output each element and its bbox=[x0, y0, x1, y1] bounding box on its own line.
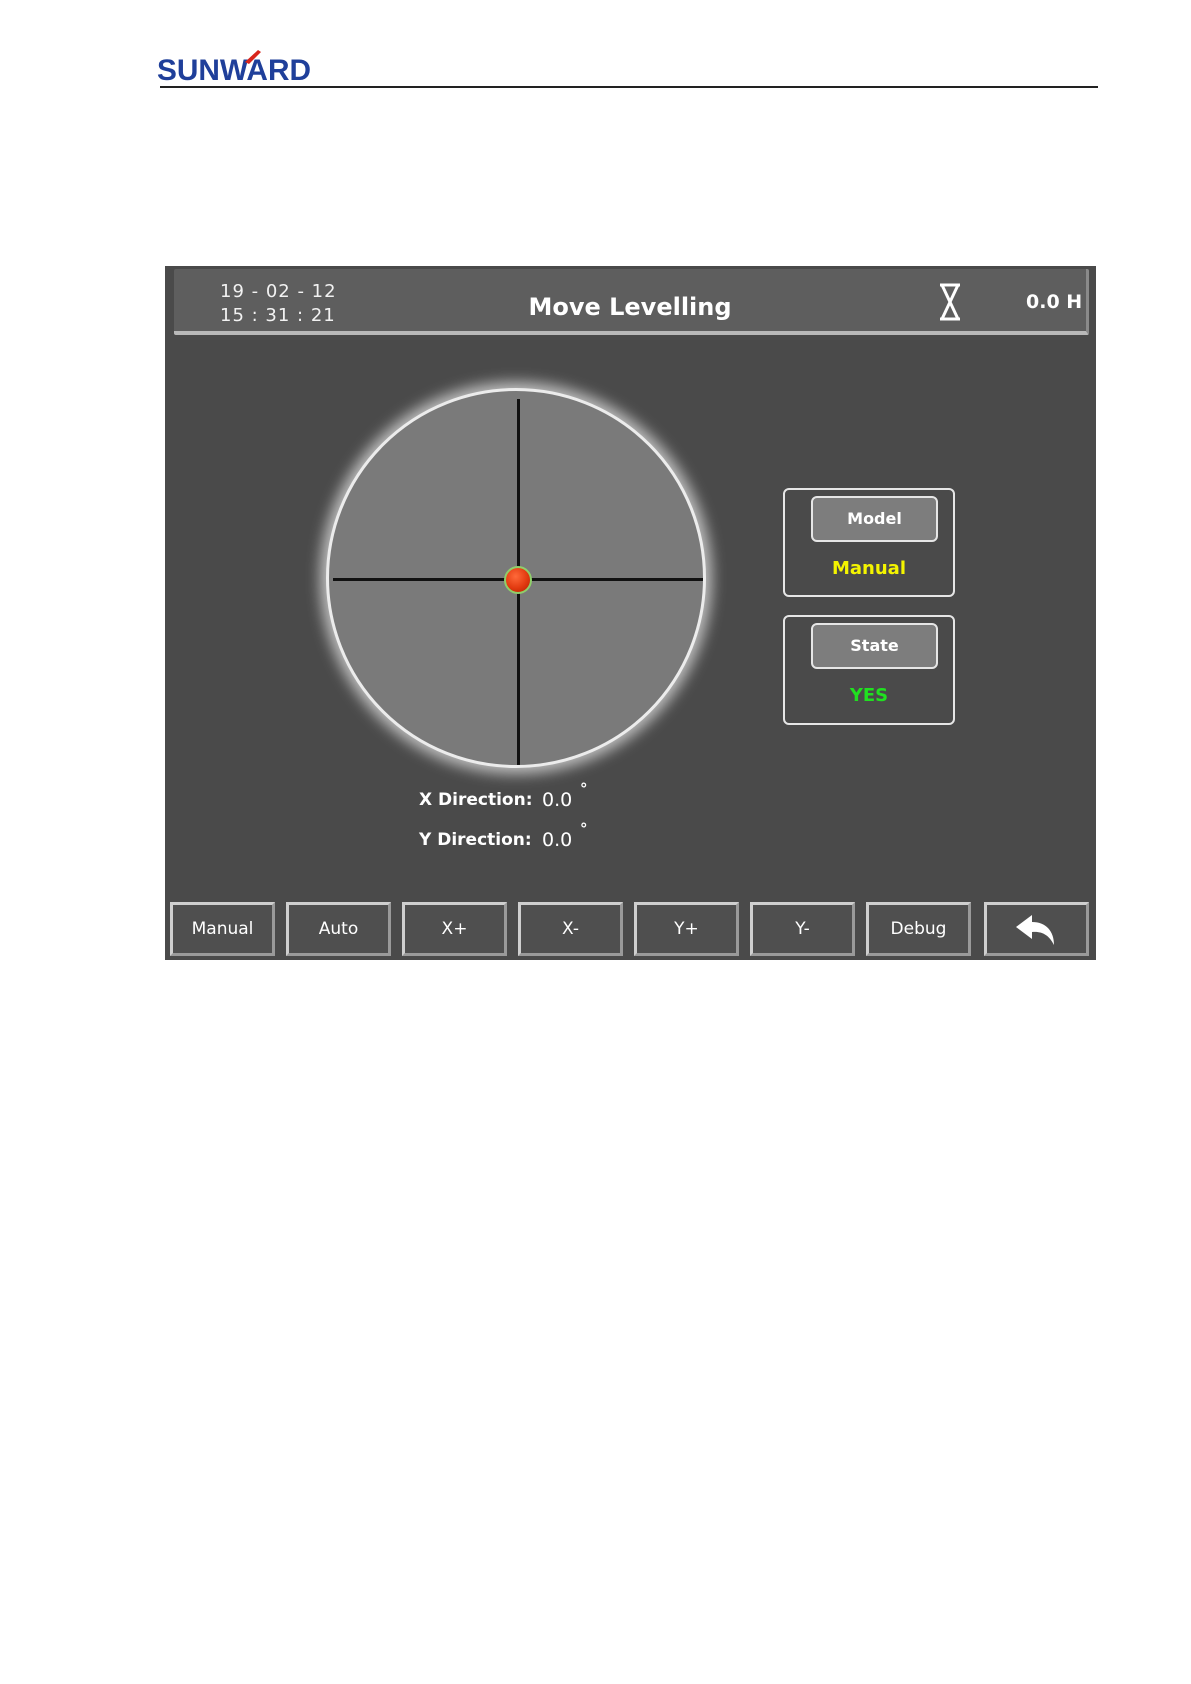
state-button[interactable]: State bbox=[811, 623, 938, 669]
y-direction-value: 0.0 bbox=[542, 829, 573, 851]
y-direction-unit: ° bbox=[580, 820, 588, 838]
hmi-screen: 19 - 02 - 12 15 : 31 : 21 Move Levelling… bbox=[165, 266, 1096, 960]
x-plus-button[interactable]: X+ bbox=[402, 902, 507, 956]
x-direction-unit: ° bbox=[580, 780, 588, 798]
y-plus-button[interactable]: Y+ bbox=[634, 902, 739, 956]
x-direction-label: X Direction: bbox=[419, 790, 533, 810]
x-direction-value: 0.0 bbox=[542, 789, 573, 811]
model-button[interactable]: Model bbox=[811, 496, 938, 542]
gauge-dial bbox=[326, 388, 706, 768]
y-direction-label: Y Direction: bbox=[419, 830, 532, 850]
header-rule bbox=[160, 86, 1098, 88]
back-arrow-icon bbox=[1015, 915, 1054, 945]
hourglass-icon bbox=[940, 283, 960, 321]
model-panel: Model Manual bbox=[783, 488, 955, 597]
manual-button[interactable]: Manual bbox=[170, 902, 275, 956]
x-minus-button[interactable]: X- bbox=[518, 902, 623, 956]
state-value: YES bbox=[849, 685, 889, 706]
back-button[interactable] bbox=[984, 902, 1089, 956]
bottom-toolbar: Manual Auto X+ X- Y+ Y- Debug bbox=[165, 898, 1096, 960]
level-bubble bbox=[504, 566, 532, 594]
sunward-logo: SUNWARD bbox=[157, 50, 311, 86]
hour-counter: 0.0 H bbox=[1026, 291, 1083, 313]
top-bar: 19 - 02 - 12 15 : 31 : 21 Move Levelling… bbox=[174, 269, 1089, 335]
y-minus-button[interactable]: Y- bbox=[750, 902, 855, 956]
auto-button[interactable]: Auto bbox=[286, 902, 391, 956]
svg-text:SUNWARD: SUNWARD bbox=[157, 54, 311, 86]
model-value: Manual bbox=[831, 558, 906, 579]
debug-button[interactable]: Debug bbox=[866, 902, 971, 956]
level-gauge bbox=[320, 382, 712, 774]
state-panel: State YES bbox=[783, 615, 955, 725]
